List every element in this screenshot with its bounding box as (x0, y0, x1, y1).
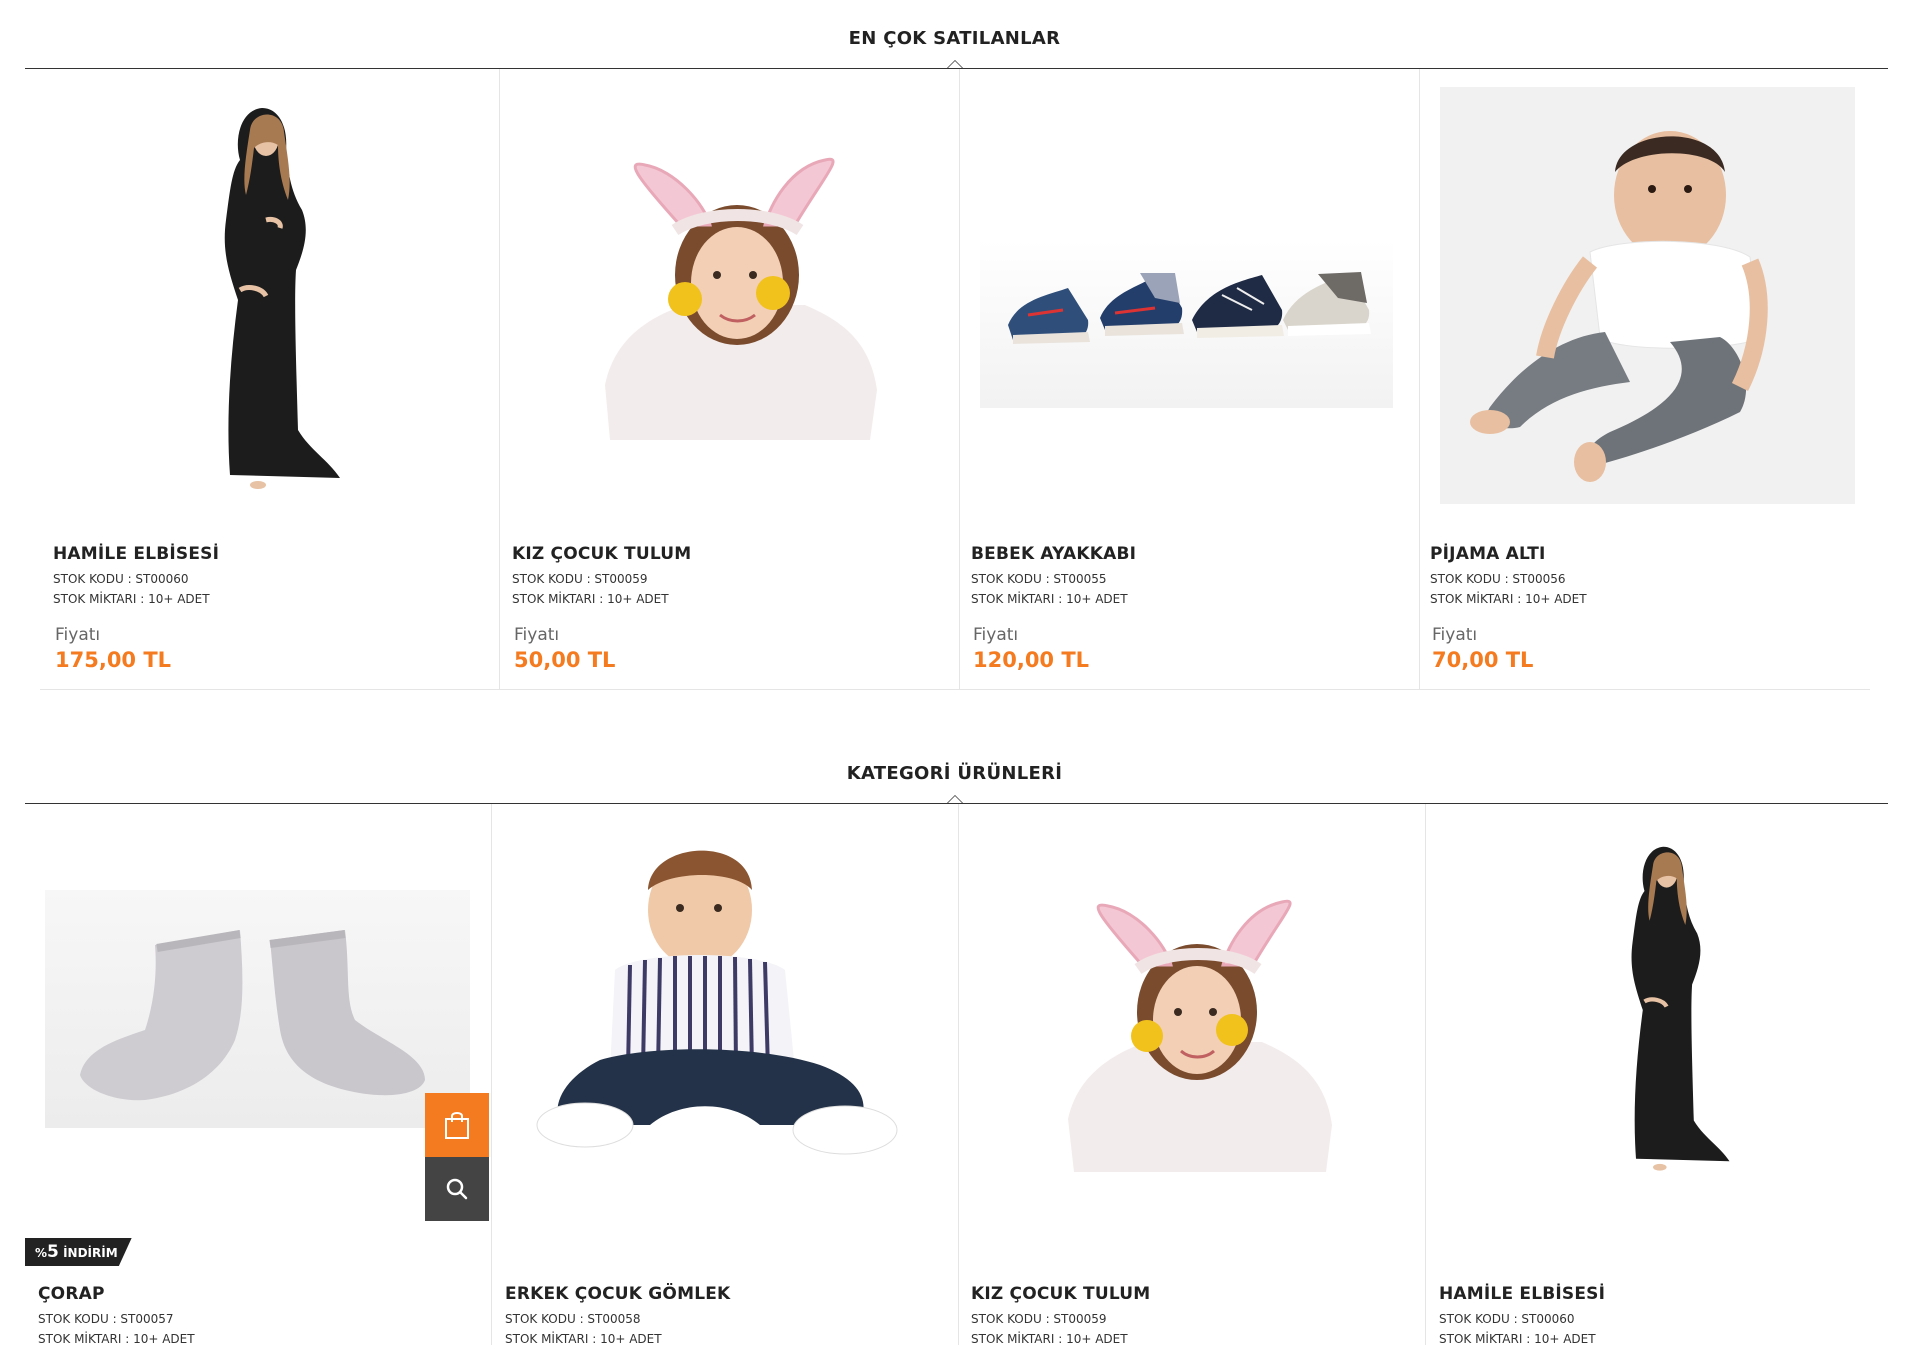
product-image[interactable] (980, 240, 1393, 408)
price-label: Fiyatı (1432, 625, 1478, 645)
stock-quantity: STOK MİKTARI : 10+ ADET (53, 592, 210, 606)
divider-notch (947, 60, 963, 68)
column-separator (499, 69, 500, 689)
stock-code: STOK KODU : ST00057 (38, 1312, 174, 1326)
section-divider (25, 803, 1888, 804)
badge-text: İNDİRİM (63, 1246, 118, 1260)
column-separator (958, 804, 959, 1345)
column-separator (491, 804, 492, 1345)
product-image[interactable] (595, 155, 890, 440)
stock-code: STOK KODU : ST00058 (505, 1312, 641, 1326)
price-label: Fiyatı (514, 625, 560, 645)
shopping-bag-icon (445, 1112, 469, 1139)
price-label: Fiyatı (55, 625, 101, 645)
row-divider (40, 689, 1870, 690)
product-name[interactable]: HAMİLE ELBİSESİ (1439, 1284, 1605, 1304)
product-price: 175,00 TL (55, 648, 172, 672)
stock-code: STOK KODU : ST00060 (53, 572, 189, 586)
section-divider (25, 68, 1888, 69)
column-separator (959, 69, 960, 689)
stock-quantity: STOK MİKTARI : 10+ ADET (1439, 1332, 1596, 1346)
product-image[interactable] (1440, 87, 1855, 504)
section-title: KATEGORİ ÜRÜNLERİ (846, 763, 1063, 784)
column-separator (1425, 804, 1426, 1345)
stock-code: STOK KODU : ST00059 (971, 1312, 1107, 1326)
stock-quantity: STOK MİKTARI : 10+ ADET (971, 592, 1128, 606)
stock-quantity: STOK MİKTARI : 10+ ADET (38, 1332, 195, 1346)
search-icon (446, 1178, 468, 1200)
product-image[interactable] (530, 840, 930, 1160)
column-separator (1419, 69, 1420, 689)
product-price: 50,00 TL (514, 648, 616, 672)
product-name[interactable]: PİJAMA ALTI (1430, 544, 1546, 564)
badge-value: 5 (47, 1242, 59, 1262)
product-image[interactable] (45, 890, 470, 1128)
stock-quantity: STOK MİKTARI : 10+ ADET (505, 1332, 662, 1346)
product-image[interactable] (1060, 897, 1345, 1172)
category-products-section: KATEGORİ ÜRÜNLERİ %5 İNDİRİM ÇORAP STOK … (0, 735, 1909, 1346)
product-price: 120,00 TL (973, 648, 1090, 672)
badge-percent: % (35, 1246, 48, 1260)
price-label: Fiyatı (973, 625, 1019, 645)
stock-quantity: STOK MİKTARI : 10+ ADET (1430, 592, 1587, 606)
product-name[interactable]: BEBEK AYAKKABI (971, 544, 1136, 564)
product-name[interactable]: KIZ ÇOCUK TULUM (971, 1284, 1150, 1304)
divider-notch (947, 795, 963, 803)
product-name[interactable]: ÇORAP (38, 1284, 105, 1304)
best-sellers-section: EN ÇOK SATILANLAR HAMİLE ELBİSESİ STOK K… (0, 0, 1909, 700)
stock-code: STOK KODU : ST00059 (512, 572, 648, 586)
product-price: 70,00 TL (1432, 648, 1534, 672)
product-image[interactable] (1585, 840, 1755, 1180)
product-name[interactable]: KIZ ÇOCUK TULUM (512, 544, 691, 564)
stock-quantity: STOK MİKTARI : 10+ ADET (512, 592, 669, 606)
stock-code: STOK KODU : ST00055 (971, 572, 1107, 586)
quick-view-button[interactable] (425, 1157, 489, 1221)
product-image[interactable] (170, 100, 370, 500)
stock-quantity: STOK MİKTARI : 10+ ADET (971, 1332, 1128, 1346)
product-name[interactable]: HAMİLE ELBİSESİ (53, 544, 219, 564)
section-title: EN ÇOK SATILANLAR (848, 28, 1061, 49)
add-to-cart-button[interactable] (425, 1093, 489, 1157)
stock-code: STOK KODU : ST00056 (1430, 572, 1566, 586)
product-name[interactable]: ERKEK ÇOCUK GÖMLEK (505, 1284, 730, 1304)
stock-code: STOK KODU : ST00060 (1439, 1312, 1575, 1326)
discount-badge: %5 İNDİRİM (25, 1238, 132, 1266)
